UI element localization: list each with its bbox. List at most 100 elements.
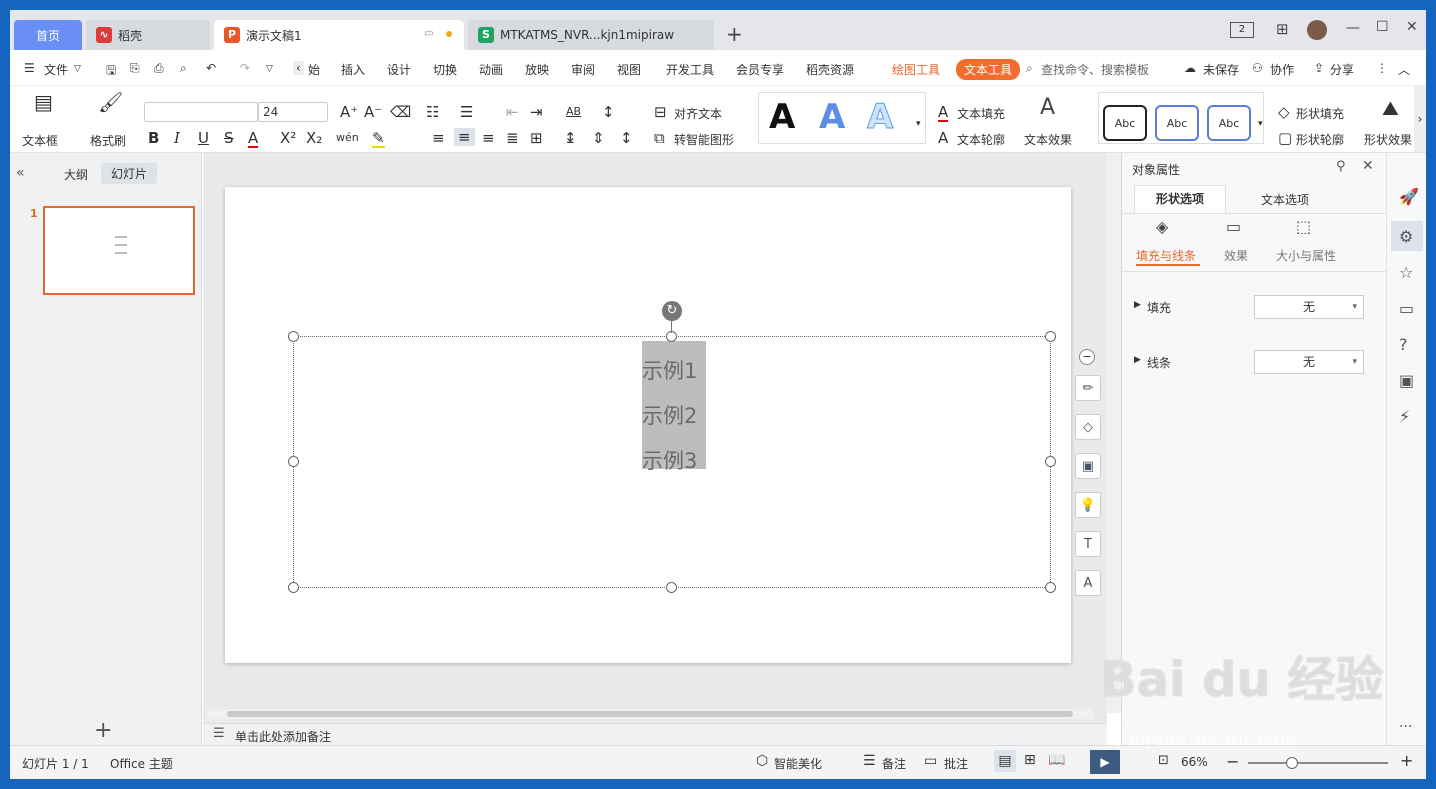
gallery-more-icon[interactable]: ▾ bbox=[916, 116, 921, 132]
print-icon[interactable]: ⎙ bbox=[154, 61, 164, 76]
menu-start[interactable]: 始 bbox=[308, 61, 320, 78]
collapse-ribbon-icon[interactable]: ︿ bbox=[1398, 61, 1410, 78]
format-painter-button[interactable]: 格式刷 bbox=[90, 132, 126, 149]
reading-view-icon[interactable]: 📖 bbox=[1048, 752, 1065, 768]
add-slide-button[interactable]: + bbox=[94, 720, 112, 742]
rotate-handle-icon[interactable]: ↻ bbox=[662, 301, 682, 321]
maximize-icon[interactable]: ☐ bbox=[1376, 19, 1389, 35]
notes-bar[interactable]: ☰ 单击此处添加备注 bbox=[203, 723, 1107, 745]
menu-docer[interactable]: 稻壳资源 bbox=[806, 61, 854, 78]
para-spacing-icon[interactable]: ⇕ bbox=[592, 130, 605, 146]
pin-icon[interactable]: ⚲ bbox=[1336, 159, 1346, 174]
clear-format-icon[interactable]: ⌫ bbox=[390, 104, 411, 120]
settings-sliders-icon[interactable]: ⚙ bbox=[1399, 227, 1413, 246]
textbox-button[interactable]: 文本框 bbox=[22, 132, 58, 149]
text-style-outline[interactable]: A bbox=[866, 99, 893, 136]
indent-icon[interactable]: ⇥ bbox=[530, 104, 543, 120]
highlight-icon[interactable]: ✎ bbox=[372, 130, 385, 148]
menu-slideshow[interactable]: 放映 bbox=[525, 61, 549, 78]
grid-icon[interactable]: ⊞ bbox=[1276, 20, 1289, 38]
shape-style-2[interactable]: Abc bbox=[1155, 105, 1199, 141]
slide-thumbnail[interactable] bbox=[43, 206, 195, 295]
undo-icon[interactable]: ↶ bbox=[206, 61, 216, 75]
phonetic-icon[interactable]: wén bbox=[336, 130, 359, 146]
underline-icon[interactable]: U bbox=[198, 130, 209, 146]
text-effect-button[interactable]: 文本效果 bbox=[1024, 131, 1072, 148]
normal-view-icon[interactable]: ▤ bbox=[994, 750, 1016, 772]
resize-handle-b[interactable] bbox=[666, 582, 677, 593]
chevron-down-icon[interactable]: ▽ bbox=[74, 64, 81, 74]
subscript-icon[interactable]: X₂ bbox=[306, 130, 322, 146]
shape-gallery-more-icon[interactable]: ▾ bbox=[1258, 116, 1263, 132]
shape-effect-button[interactable]: 形状效果 bbox=[1364, 131, 1412, 148]
resize-handle-bl[interactable] bbox=[288, 582, 299, 593]
justify-icon[interactable]: ≣ bbox=[506, 130, 519, 146]
resize-handle-tr[interactable] bbox=[1045, 331, 1056, 342]
subtab-fill-line[interactable]: 填充与线条 bbox=[1136, 247, 1196, 264]
text-box[interactable]: 示例1 示例2 示例3 bbox=[293, 336, 1051, 588]
quick-idea-button[interactable]: 💡 bbox=[1075, 492, 1101, 518]
theme-name[interactable]: Office 主题 bbox=[110, 755, 173, 772]
zoom-slider[interactable] bbox=[1248, 757, 1388, 769]
fill-label[interactable]: 填充 bbox=[1147, 299, 1171, 316]
spacing-icon[interactable]: ↕ bbox=[620, 130, 633, 146]
shape-fill-button[interactable]: 形状填充 bbox=[1296, 105, 1344, 122]
zoom-level[interactable]: 66% bbox=[1181, 755, 1208, 769]
lightning-icon[interactable]: ⚡ bbox=[1399, 407, 1410, 426]
shape-style-3[interactable]: Abc bbox=[1207, 105, 1251, 141]
unsaved-status[interactable]: 未保存 bbox=[1203, 61, 1239, 78]
strikethrough-icon[interactable]: S bbox=[224, 130, 234, 146]
image-settings-icon[interactable]: ▣ bbox=[1399, 371, 1414, 390]
more-icon[interactable]: ⋮ bbox=[1376, 61, 1388, 75]
collapse-panel-icon[interactable]: « bbox=[16, 165, 25, 181]
resize-handle-br[interactable] bbox=[1045, 582, 1056, 593]
bullets-icon[interactable]: ☷ bbox=[426, 104, 439, 120]
zoom-in-icon[interactable]: + bbox=[1400, 751, 1413, 770]
quick-fill-button[interactable]: ◇ bbox=[1075, 414, 1101, 440]
more-dots-icon[interactable]: ··· bbox=[1399, 719, 1412, 735]
shape-outline-button[interactable]: 形状轮廓 bbox=[1296, 131, 1344, 148]
slide-sorter-icon[interactable]: ⊞ bbox=[1024, 752, 1036, 768]
panel-title[interactable]: 对象属性 bbox=[1132, 161, 1180, 178]
fit-icon[interactable]: ⊡ bbox=[1158, 753, 1169, 768]
zoom-slider-thumb[interactable] bbox=[1286, 757, 1298, 769]
font-family-select[interactable] bbox=[144, 102, 258, 122]
resize-handle-l[interactable] bbox=[288, 456, 299, 467]
menu-transition[interactable]: 切换 bbox=[433, 61, 457, 78]
menu-design[interactable]: 设计 bbox=[387, 61, 411, 78]
more-chevron-icon[interactable]: ▽ bbox=[266, 64, 273, 74]
outdent-icon[interactable]: ⇤ bbox=[506, 104, 519, 120]
quick-text-effect-button[interactable]: A bbox=[1075, 570, 1101, 596]
collab-button[interactable]: 协作 bbox=[1270, 61, 1294, 78]
align-left-icon[interactable]: ≡ bbox=[432, 130, 445, 146]
tab-home[interactable]: 首页 bbox=[14, 20, 82, 50]
text-direction-icon[interactable]: AB bbox=[566, 104, 581, 120]
tab-presentation[interactable]: P 演示文稿1 ▭ bbox=[214, 20, 464, 50]
export-icon[interactable]: ⎘ bbox=[130, 61, 140, 76]
vertical-scrollbar[interactable] bbox=[1107, 153, 1121, 713]
increase-font-icon[interactable]: A⁺ bbox=[340, 104, 358, 120]
horizontal-scroll-thumb[interactable] bbox=[227, 711, 1073, 717]
minimize-icon[interactable]: — bbox=[1346, 20, 1360, 36]
text-style-blue[interactable]: A bbox=[819, 99, 845, 135]
font-size-select[interactable]: 24 bbox=[258, 102, 328, 122]
tab-shape-options[interactable]: 形状选项 bbox=[1134, 185, 1226, 213]
layout-2-icon[interactable]: 2 bbox=[1230, 22, 1254, 38]
slide-text[interactable]: 示例1 示例2 示例3 bbox=[642, 349, 712, 484]
zoom-out-icon[interactable]: − bbox=[1226, 752, 1239, 771]
shape-style-1[interactable]: Abc bbox=[1103, 105, 1147, 141]
tab-slides[interactable]: 幻灯片 bbox=[101, 163, 158, 184]
save-icon[interactable]: 🖫 bbox=[106, 61, 116, 82]
tab-spreadsheet[interactable]: S MTKATMS_NVR...kjn1mipiraw bbox=[468, 20, 714, 50]
preview-icon[interactable]: ⌕ bbox=[180, 61, 187, 76]
numbering-icon[interactable]: ☰ bbox=[460, 104, 473, 120]
menu-text-tools[interactable]: 文本工具 bbox=[956, 59, 1021, 80]
line-label[interactable]: 线条 bbox=[1147, 354, 1171, 371]
line-spacing-icon[interactable]: ↨ bbox=[564, 130, 577, 146]
italic-icon[interactable]: I bbox=[174, 130, 180, 146]
command-search[interactable]: 查找命令、搜索模板 bbox=[1041, 61, 1149, 78]
avatar[interactable] bbox=[1307, 20, 1327, 40]
hamburger-icon[interactable]: ☰ bbox=[24, 61, 35, 75]
scroll-left-icon[interactable]: ‹ bbox=[293, 61, 304, 75]
slide[interactable]: 示例1 示例2 示例3 ↻ bbox=[225, 187, 1071, 663]
